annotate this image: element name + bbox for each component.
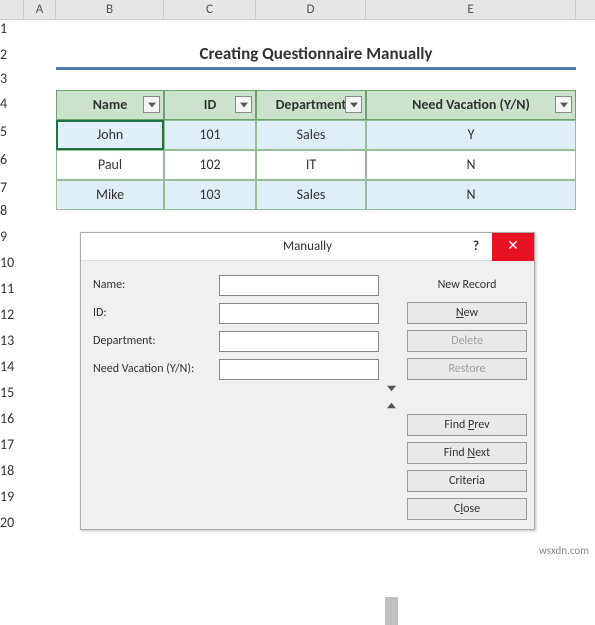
col-label: Department [276, 96, 347, 113]
scroll-up-icon[interactable] [383, 397, 400, 414]
table-cell[interactable]: Y [366, 120, 576, 150]
row-header-20[interactable]: 20 [0, 514, 24, 540]
filter-icon[interactable] [555, 96, 572, 113]
table-cell[interactable]: Sales [256, 180, 366, 210]
table-cell[interactable]: 102 [164, 150, 256, 180]
filter-icon[interactable] [235, 96, 252, 113]
delete-button[interactable]: Delete [407, 330, 527, 352]
row-header-16[interactable]: 16 [0, 410, 24, 436]
col-header-id[interactable]: ID [164, 90, 256, 120]
filter-icon[interactable] [345, 96, 362, 113]
criteria-button[interactable]: Criteria [407, 470, 527, 492]
row-header-2[interactable]: 2 [0, 40, 24, 70]
row-header-18[interactable]: 18 [0, 462, 24, 488]
row-header-15[interactable]: 15 [0, 384, 24, 410]
data-form-dialog[interactable]: Manually ? ✕ Name: New Record ID: New De… [80, 232, 535, 530]
dialog-title-text: Manually [283, 239, 332, 254]
table-cell[interactable]: Mike [56, 180, 164, 210]
row-header-3[interactable]: 3 [0, 70, 24, 90]
find-prev-button[interactable]: Find Prev [407, 414, 527, 436]
help-button[interactable]: ? [462, 233, 490, 261]
restore-button[interactable]: Restore [407, 358, 527, 380]
col-header-A[interactable]: A [24, 0, 56, 20]
label-name: Name: [93, 278, 215, 292]
table-cell[interactable]: 101 [164, 120, 256, 150]
dialog-titlebar[interactable]: Manually ? ✕ [81, 233, 534, 261]
filter-icon[interactable] [143, 96, 160, 113]
label-department: Department: [93, 334, 215, 348]
col-header-blank [576, 0, 595, 20]
row-header-9[interactable]: 9 [0, 228, 24, 254]
table-cell[interactable]: N [366, 150, 576, 180]
row-header-7[interactable]: 7 [0, 174, 24, 202]
id-field[interactable] [219, 303, 379, 324]
row-header-14[interactable]: 14 [0, 358, 24, 384]
label-id: ID: [93, 306, 215, 320]
scroll-down-icon[interactable] [383, 380, 400, 397]
cell-selected[interactable]: John [56, 120, 164, 150]
col-header-E[interactable]: E [366, 0, 576, 20]
row-header-17[interactable]: 17 [0, 436, 24, 462]
col-header-D[interactable]: D [256, 0, 366, 20]
row-header-8[interactable]: 8 [0, 202, 24, 228]
vacation-field[interactable] [219, 359, 379, 380]
watermark: wsxdn.com [539, 544, 589, 557]
row-header-10[interactable]: 10 [0, 254, 24, 280]
col-label: Need Vacation (Y/N) [412, 96, 530, 113]
col-header-vacation[interactable]: Need Vacation (Y/N) [366, 90, 576, 120]
table-cell[interactable]: IT [256, 150, 366, 180]
page-title: Creating Questionnaire Manually [56, 40, 576, 70]
row-header-19[interactable]: 19 [0, 488, 24, 514]
department-field[interactable] [219, 331, 379, 352]
table-cell[interactable]: 103 [164, 180, 256, 210]
row-header-6[interactable]: 6 [0, 146, 24, 174]
col-header-C[interactable]: C [164, 0, 256, 20]
new-button[interactable]: New [407, 302, 527, 324]
row-header-12[interactable]: 12 [0, 306, 24, 332]
table-cell[interactable]: N [366, 180, 576, 210]
find-next-button[interactable]: Find Next [407, 442, 527, 464]
col-header-B[interactable]: B [56, 0, 164, 20]
worksheet-grid[interactable]: A B C D E [0, 0, 595, 20]
col-header-department[interactable]: Department [256, 90, 366, 120]
table-cell[interactable]: Paul [56, 150, 164, 180]
row-header-5[interactable]: 5 [0, 118, 24, 146]
row-header-4[interactable]: 4 [0, 90, 24, 118]
scroll-thumb[interactable] [385, 597, 398, 625]
col-label: ID [204, 96, 217, 113]
close-button[interactable]: Close [407, 498, 527, 520]
col-header-name[interactable]: Name [56, 90, 164, 120]
col-label: Name [93, 96, 128, 113]
row-header-11[interactable]: 11 [0, 280, 24, 306]
table-cell[interactable]: Sales [256, 120, 366, 150]
close-icon[interactable]: ✕ [492, 233, 534, 261]
record-indicator: New Record [407, 278, 527, 292]
label-vacation: Need Vacation (Y/N): [93, 362, 215, 376]
select-all-cell[interactable] [0, 0, 24, 20]
row-header-13[interactable]: 13 [0, 332, 24, 358]
name-field[interactable] [219, 275, 379, 296]
row-header-1[interactable]: 1 [0, 20, 24, 40]
